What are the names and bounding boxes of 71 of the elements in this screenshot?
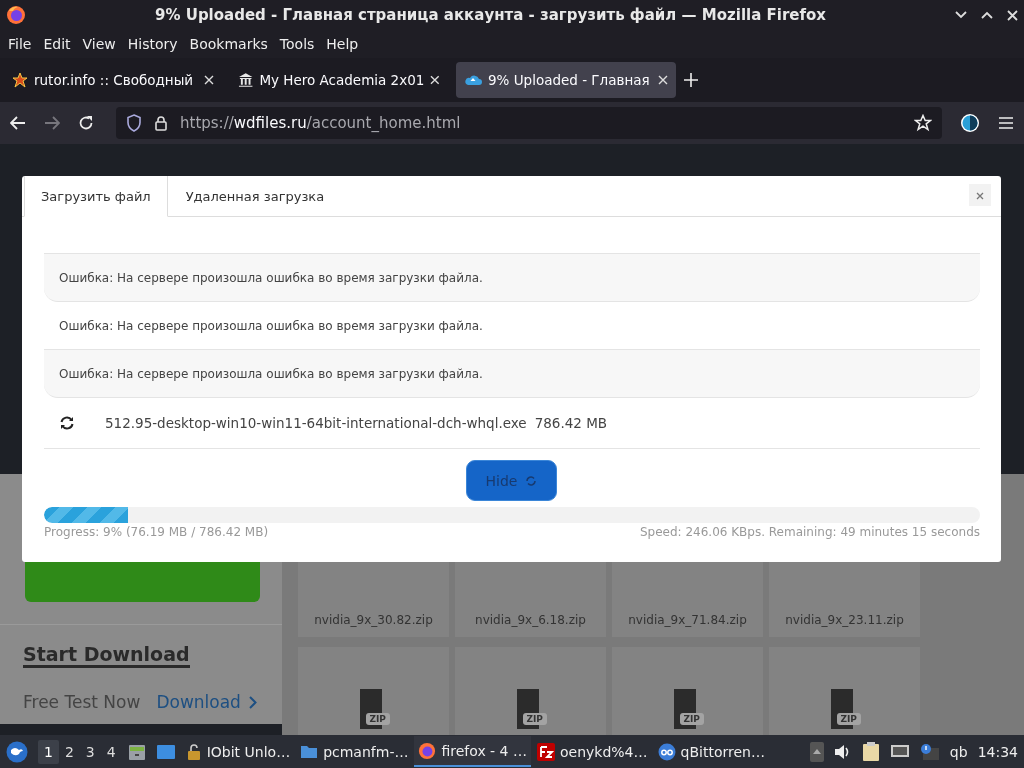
file-tile[interactable]: ZIP [612,647,763,735]
workspace-button[interactable]: 4 [100,739,122,764]
clock: 14:34 [977,743,1018,760]
window-title: 9% Uploaded - Главная страница аккаунта - загрузить файл — Mozilla Firefox [154,6,827,24]
clipboard-icon[interactable] [861,741,880,762]
speed-text: Speed: 246.06 KBps. Remaining: 49 minutes 15 seconds [639,525,980,539]
start-menu-icon[interactable] [6,740,28,763]
reload-icon[interactable] [78,115,94,131]
file-tile[interactable]: ZIP [455,647,606,735]
menu-item[interactable]: Tools [273,33,321,55]
menu-icon[interactable] [998,116,1014,130]
forward-icon[interactable] [44,116,60,130]
taskbar-button[interactable]: pcmanfm-… [296,736,413,767]
tray-label[interactable]: qb [949,743,968,760]
folder-icon [300,744,319,759]
taskbar-button[interactable]: firefox - 4 … [414,736,531,767]
desktop-icon[interactable] [155,743,176,760]
menu-item[interactable]: Help [320,33,365,55]
sync-icon [59,416,75,430]
qbittorrent-icon [657,742,676,761]
file-tile[interactable]: ZIP [769,647,920,735]
menu-item[interactable]: History [121,33,184,55]
maximize-icon[interactable] [981,11,993,19]
lock-icon[interactable] [154,115,168,131]
menu-item[interactable]: File [2,33,38,55]
spinner-icon [525,474,538,487]
browser-tab[interactable]: 9% Uploaded - Главная [456,62,676,98]
error-message: Ошибка: На сервере произошла ошибка во время загрузки файла. [44,254,980,302]
filezilla-icon [537,742,555,761]
menu-item[interactable]: Edit [37,33,77,55]
star-icon [12,72,28,88]
building-icon [238,72,254,88]
menu-item[interactable]: View [76,33,122,55]
cloud-icon [464,73,482,87]
padlock-icon [185,742,202,761]
new-tab-icon[interactable] [684,73,698,87]
extension-icon[interactable] [960,113,980,133]
minimize-icon[interactable] [955,11,967,19]
browser-tab[interactable]: My Hero Academia 2x01 [230,62,448,98]
close-icon[interactable] [430,75,440,85]
progress-text: Progress: 9% (76.19 MB / 786.42 MB) [44,525,269,539]
close-icon[interactable] [658,75,668,85]
start-download-link[interactable]: Start Download [23,643,190,668]
dialog-tab[interactable]: Загрузить файл [24,176,168,217]
workspace-button[interactable]: 1 [38,739,59,764]
workspace-button[interactable]: 2 [58,739,80,764]
network-icon[interactable] [889,743,910,760]
close-button[interactable] [969,184,991,206]
taskbar-button[interactable]: IObit Unlo… [181,736,295,767]
notification-icon[interactable] [919,742,940,761]
firefox-icon [418,741,437,760]
error-message: Ошибка: На сервере произошла ошибка во время загрузки файла. [44,350,980,398]
back-icon[interactable] [10,116,26,130]
taskbar-button[interactable]: qBittorren… [653,736,769,767]
file-tile[interactable]: ZIP [298,647,449,735]
close-icon [976,192,984,200]
file-cabinet-icon[interactable] [127,742,146,761]
close-icon[interactable] [1007,9,1018,21]
chevron-right-icon [248,695,257,709]
bookmark-star-icon[interactable] [914,114,932,132]
file-size: 786.42 MB [534,415,608,431]
dialog-tab[interactable]: Удаленная загрузка [169,176,341,217]
promo-text: Free Test Now [23,692,141,712]
firefox-icon[interactable] [6,5,26,25]
shield-icon[interactable] [126,114,142,132]
file-name: 512.95-desktop-win10-win11-64bit-international-dch-whql.exe [105,415,527,431]
taskbar-button[interactable]: oenykd%4… [533,736,652,767]
menu-item[interactable]: Bookmarks [183,33,274,55]
close-icon[interactable] [204,75,214,85]
workspace-button[interactable]: 3 [79,739,101,764]
browser-tab[interactable]: rutor.info :: Свободный [4,62,222,98]
